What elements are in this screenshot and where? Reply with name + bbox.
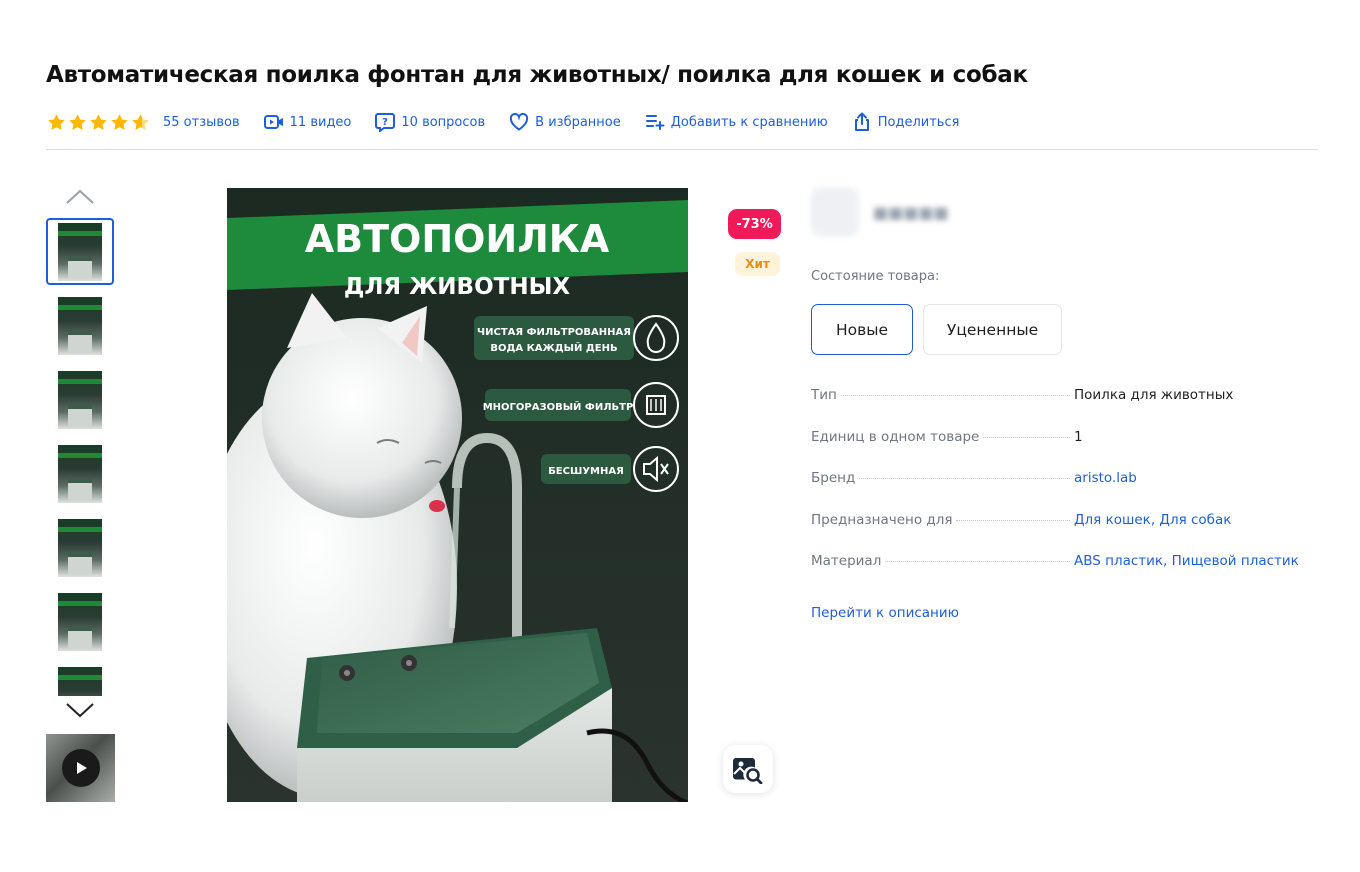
thumbnail-list [46,218,116,696]
spec-key-label: Единиц в одном товаре [811,428,980,445]
seller-logo [811,188,859,236]
videos-link[interactable]: 11 видео [263,112,352,132]
questions-label: 10 вопросов [401,114,486,130]
favorite-label: В избранное [535,114,621,130]
spec-key-label: Материал [811,553,882,569]
spec-key: Предназначено для [811,509,1074,528]
videos-label: 11 видео [289,114,352,130]
spec-value: Поилка для животных [1074,387,1234,403]
product-title: Автоматическая поилка фонтан для животны… [46,62,1028,88]
svg-text:?: ? [382,117,388,128]
star-half-icon [132,113,149,130]
thumbnail-item[interactable] [46,514,114,581]
thumbnail-image [58,666,102,696]
specs-list: Тип Поилка для животных Единиц в одном т… [811,384,1321,592]
star-icon [48,113,65,130]
header-divider [46,149,1318,150]
spec-row: Материал ABS пластик, Пищевой пластик [811,550,1321,592]
questions-link[interactable]: ? 10 вопросов [375,112,485,132]
seller-name: ■■■■■ [873,202,949,222]
product-photo: АВТОПОИЛКА ДЛЯ ЖИВОТНЫХ ЧИСТАЯ ФИЛЬТРОВА… [227,200,688,802]
share-label: Поделиться [877,114,960,130]
star-icon [69,113,86,130]
thumbnail-item[interactable] [46,588,114,655]
heart-icon [509,112,529,132]
chevron-up-icon [66,189,94,204]
spec-key: Бренд [811,467,1074,486]
banner-subtitle: ДЛЯ ЖИВОТНЫХ [344,274,571,300]
play-icon [61,749,100,787]
spec-value: 1 [1074,428,1083,445]
spec-dots [885,561,1070,562]
thumbnail-image [58,222,102,281]
star-icon [90,113,107,130]
feature-1-line1: ЧИСТАЯ ФИЛЬТРОВАННАЯ [477,327,631,338]
thumbnail-item[interactable] [46,366,114,433]
thumbs-down-button[interactable] [64,700,96,720]
feature-2: МНОГОРАЗОВЫЙ ФИЛЬТР [483,400,634,413]
condition-option-new[interactable]: Новые [811,304,913,355]
spec-row: Тип Поилка для животных [811,384,1321,426]
thumbnail-item[interactable] [46,292,114,359]
thumbnail-image [58,592,102,651]
product-meta-row: 55 отзывов 11 видео ? 10 вопросов В избр… [46,110,983,134]
image-search-icon [733,758,763,784]
feature-3: БЕСШУМНАЯ [548,466,624,477]
discount-badge: -73% [728,209,781,239]
spec-key-label: Предназначено для [811,511,953,528]
share-icon [852,112,872,132]
spec-dots [983,436,1070,438]
seller-info[interactable]: ■■■■■ [811,188,949,236]
spec-dots [956,519,1070,521]
reviews-link[interactable]: 55 отзывов [163,115,240,130]
purpose-link[interactable]: Для кошек, Для собак [1074,509,1231,528]
video-thumbnail[interactable] [46,734,115,802]
reviews-label: 55 отзывов [163,114,240,130]
thumbnail-image [58,518,102,577]
condition-label: Состояние товара: [811,269,940,284]
banner-title: АВТОПОИЛКА [305,217,610,261]
goto-description-link[interactable]: Перейти к описанию [811,605,959,621]
thumbnail-item[interactable] [46,218,114,285]
thumbnail-item[interactable] [46,440,114,507]
thumbnail-item[interactable] [46,662,114,696]
spec-key-label: Тип [811,387,837,403]
spec-key: Материал [811,550,1074,569]
main-product-image[interactable]: АВТОПОИЛКА ДЛЯ ЖИВОТНЫХ ЧИСТАЯ ФИЛЬТРОВА… [227,188,688,802]
share-link[interactable]: Поделиться [852,112,960,132]
image-search-button[interactable] [723,745,773,793]
rating-stars[interactable] [46,112,151,133]
video-camera-icon [263,112,284,132]
thumbs-up-button[interactable] [64,187,96,207]
favorite-link[interactable]: В избранное [509,112,621,132]
spec-dots [840,395,1070,396]
material-link[interactable]: ABS пластик, Пищевой пластик [1074,550,1299,569]
spec-key: Тип [811,384,1074,403]
spec-row: Бренд aristo.lab [811,467,1321,509]
chevron-down-icon [66,703,94,718]
star-icon [111,113,128,130]
question-bubble-icon: ? [375,112,396,132]
condition-option-discounted[interactable]: Уцененные [923,304,1062,355]
spec-dots [859,478,1070,479]
thumbnail-image [58,444,102,503]
spec-row: Единиц в одном товаре 1 [811,426,1321,468]
spec-row: Предназначено для Для кошек, Для собак [811,509,1321,551]
compare-list-icon [645,112,665,132]
compare-label: Добавить к сравнению [670,114,828,130]
feature-1-line2: ВОДА КАЖДЫЙ ДЕНЬ [490,341,617,354]
compare-link[interactable]: Добавить к сравнению [645,112,828,132]
brand-link[interactable]: aristo.lab [1074,467,1137,486]
hit-badge: Хит [735,252,780,276]
thumbnail-image [58,370,102,429]
spec-key-label: Бренд [811,470,856,486]
spec-key: Единиц в одном товаре [811,426,1074,445]
thumbnail-image [58,296,102,355]
